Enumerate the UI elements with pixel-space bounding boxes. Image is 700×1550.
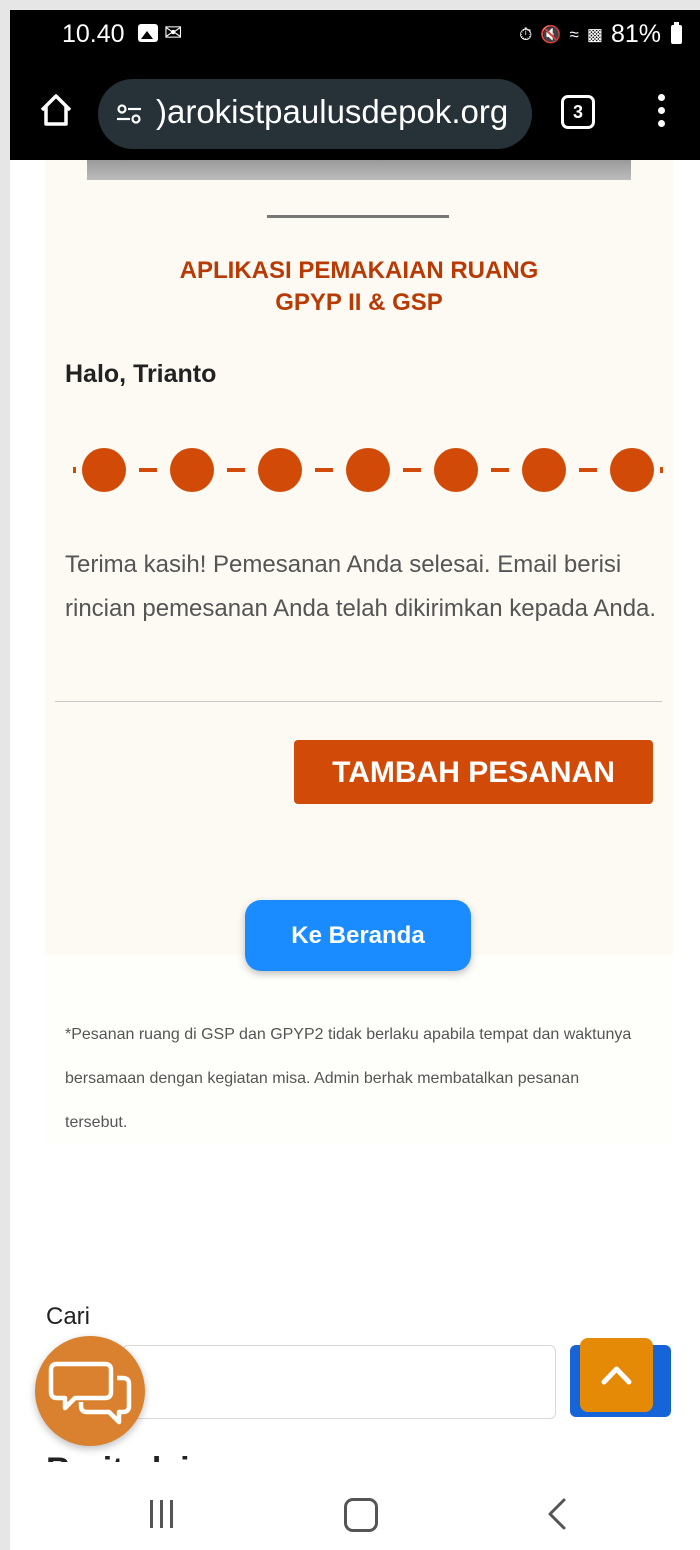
add-order-button[interactable]: TAMBAH PESANAN [294, 740, 653, 804]
back-icon[interactable] [542, 1494, 572, 1534]
go-home-button[interactable]: Ke Beranda [245, 900, 471, 971]
battery-icon [671, 22, 682, 44]
system-home-icon[interactable] [344, 1498, 378, 1532]
signal-icon: ▩ [586, 24, 603, 44]
divider [55, 701, 662, 702]
step-dot [170, 448, 214, 492]
step-dot [258, 448, 302, 492]
step-connector [579, 468, 597, 472]
app-title-line2: GPYP II & GSP [275, 289, 443, 316]
chat-button[interactable] [35, 1336, 145, 1446]
progress-stepper [65, 445, 663, 495]
step-dot [522, 448, 566, 492]
greeting: Halo, Trianto [65, 360, 217, 388]
home-icon[interactable] [36, 90, 76, 130]
app-title-line1: APLIKASI PEMAKAIAN RUANG [179, 257, 539, 284]
step-connector [139, 468, 157, 472]
phone-screen: 10.40 ✉ ⏱ 🔇 ≈ ▩ 81% )arokistpaulusdepok.… [10, 10, 700, 1550]
recent-apps-icon[interactable] [150, 1500, 180, 1530]
header-image [87, 160, 631, 180]
step-dot [434, 448, 478, 492]
app-title: APLIKASI PEMAKAIAN RUANG GPYP II & GSP [45, 255, 673, 319]
tab-switcher-button[interactable]: 3 [561, 95, 595, 129]
alarm-icon: ⏱ [519, 24, 533, 44]
address-bar[interactable]: )arokistpaulusdepok.org [98, 79, 532, 149]
battery-percent: 81% [610, 20, 661, 48]
browser-toolbar: )arokistpaulusdepok.org 3 [10, 68, 700, 160]
step-dot [346, 448, 390, 492]
status-bar: 10.40 ✉ ⏱ 🔇 ≈ ▩ 81% [10, 10, 700, 68]
step-connector [315, 468, 333, 472]
status-time: 10.40 [62, 20, 125, 48]
booking-note: *Pesanan ruang di GSP dan GPYP2 tidak be… [65, 1026, 632, 1131]
url-text: )arokistpaulusdepok.org [156, 93, 509, 130]
gallery-notification-icon [138, 24, 158, 42]
back-to-top-button[interactable] [580, 1338, 653, 1412]
tune-icon[interactable] [116, 101, 142, 127]
mute-icon: 🔇 [540, 24, 562, 44]
wifi-icon: ≈ [569, 24, 579, 44]
chevron-up-icon [601, 1366, 632, 1385]
step-dot [82, 448, 126, 492]
system-nav-bar [10, 1462, 700, 1550]
search-input[interactable] [122, 1345, 556, 1419]
confirmation-message: Terima kasih! Pemesanan Anda selesai. Em… [65, 551, 657, 622]
more-vert-icon[interactable] [658, 94, 666, 134]
stepper-cap-left [73, 467, 76, 473]
step-connector [491, 468, 509, 472]
step-connector [403, 468, 421, 472]
status-indicators: ⏱ 🔇 ≈ ▩ 81% [519, 20, 682, 49]
title-divider [267, 215, 449, 218]
step-dot [610, 448, 654, 492]
step-connector [227, 468, 245, 472]
chat-bubbles-icon [48, 1361, 132, 1425]
stepper-cap-right [660, 467, 663, 473]
gmail-notification-icon: ✉ [164, 20, 183, 45]
search-label: Cari [46, 1303, 91, 1330]
